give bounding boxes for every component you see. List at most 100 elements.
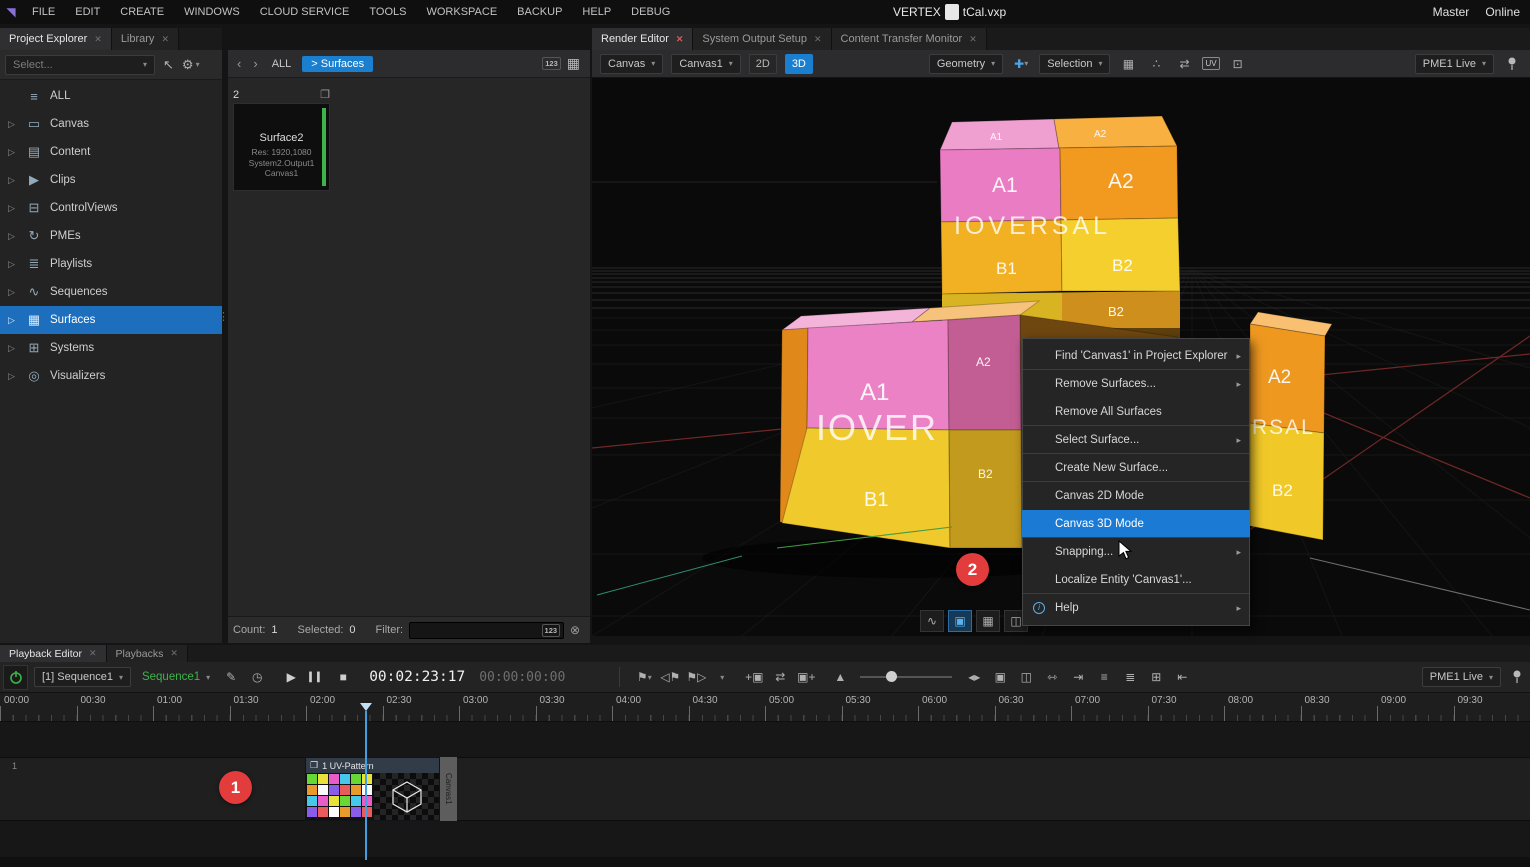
breadcrumb-current[interactable]: > Surfaces [302, 56, 373, 72]
playback-tab[interactable]: Playback Editor✕ [0, 645, 107, 662]
pin-icon[interactable] [1507, 667, 1527, 687]
move-tool-icon[interactable]: ✚▾ [1011, 54, 1031, 74]
numeric-view-icon[interactable]: 123 [542, 57, 561, 70]
context-menu-item[interactable]: i Create New Surface... ▸ [1023, 454, 1249, 482]
tree-item[interactable]: ▷ ▭ Canvas [0, 110, 222, 138]
menubar-item[interactable]: WINDOWS [174, 0, 250, 24]
playhead-line[interactable] [365, 711, 367, 860]
context-menu-item[interactable]: i Snapping... ▸ [1023, 538, 1249, 566]
frame-clip-icon[interactable]: ▣ [990, 667, 1010, 687]
performance-icon[interactable]: ∿ [920, 610, 944, 632]
chevron-right-icon[interactable]: ▷ [8, 231, 18, 242]
play-button[interactable]: ▶ [281, 667, 301, 687]
panel-tab[interactable]: Project Explorer✕ [0, 28, 112, 50]
menubar-item[interactable]: FILE [22, 0, 65, 24]
context-menu-item[interactable]: i Remove Surfaces... ▸ [1023, 370, 1249, 398]
sequence-dropdown[interactable]: [1] Sequence1▾ [34, 667, 131, 687]
close-icon[interactable]: ✕ [94, 34, 102, 45]
uv-icon[interactable]: UV [1202, 57, 1219, 70]
close-icon[interactable]: ✕ [170, 648, 178, 659]
grid-view-icon[interactable]: ▦ [567, 55, 580, 72]
pin-icon[interactable] [1502, 54, 1522, 74]
tree-item[interactable]: ▷ ≣ Playlists [0, 250, 222, 278]
pointer-select-icon[interactable]: ↖ [163, 57, 174, 73]
chevron-right-icon[interactable]: ▷ [8, 147, 18, 158]
chevron-right-icon[interactable]: ▷ [8, 259, 18, 270]
tree-item[interactable]: ▷ ∿ Sequences [0, 278, 222, 306]
power-button[interactable] [3, 665, 28, 690]
follow-playhead-icon[interactable]: ◂▸ [964, 667, 984, 687]
chevron-right-icon[interactable]: ▷ [8, 119, 18, 130]
context-menu-item[interactable]: i Canvas 3D Mode ▸ [1022, 510, 1250, 538]
mode-3d-button[interactable]: 3D [785, 54, 813, 74]
clear-filter-icon[interactable]: ⊗ [570, 623, 580, 637]
tree-item[interactable]: ▷ ▤ Content [0, 138, 222, 166]
append-clip-icon[interactable]: ▣+ [796, 667, 816, 687]
canvas-select-dropdown[interactable]: Canvas1▾ [671, 54, 740, 74]
tree-item[interactable]: ▷ ↻ PMEs [0, 222, 222, 250]
menubar-item[interactable]: TOOLS [359, 0, 416, 24]
breadcrumb-all[interactable]: ALL [267, 58, 297, 70]
prev-cue-button[interactable]: ◁⚑ [660, 667, 680, 687]
chevron-right-icon[interactable]: ▷ [8, 287, 18, 298]
active-sequence-label[interactable]: Sequence1▾ [137, 671, 215, 683]
tree-item[interactable]: ▷ ◎ Visualizers [0, 362, 222, 390]
edit-cue-icon[interactable]: ✎ [221, 667, 241, 687]
render-tab[interactable]: System Output Setup✕ [693, 28, 831, 50]
pme-live-dropdown[interactable]: PME1 Live▾ [1422, 667, 1501, 687]
playback-tab[interactable]: Playbacks✕ [107, 645, 188, 662]
close-icon[interactable]: ✕ [814, 34, 822, 45]
close-icon[interactable]: ✕ [89, 648, 97, 659]
gear-icon[interactable]: ⚙▾ [182, 57, 200, 73]
close-icon[interactable]: ✕ [676, 34, 684, 45]
timeline-clip[interactable]: ❐ 1 UV-Pattern [305, 757, 457, 821]
nav-back-icon[interactable]: ‹ [234, 56, 244, 71]
context-menu-item[interactable]: i Localize Entity 'Canvas1'... ▸ [1023, 566, 1249, 594]
align-even-icon[interactable]: ≣ [1120, 667, 1140, 687]
menubar-item[interactable]: HELP [572, 0, 621, 24]
menubar-item[interactable]: BACKUP [507, 0, 572, 24]
menubar-item[interactable]: EDIT [65, 0, 110, 24]
context-menu-item[interactable]: i Find 'Canvas1' in Project Explorer ▸ [1023, 342, 1249, 370]
ripple-icon[interactable]: ⇤ [1172, 667, 1192, 687]
stop-button[interactable]: ■ [333, 667, 353, 687]
panel-splitter-handle[interactable]: ⋮ [218, 310, 227, 323]
mode-2d-button[interactable]: 2D [749, 54, 777, 74]
close-icon[interactable]: ✕ [161, 34, 169, 45]
pause-button[interactable]: ▍▍ [307, 667, 327, 687]
chevron-right-icon[interactable]: ▷ [8, 371, 18, 382]
select-dropdown[interactable]: Select...▾ [5, 55, 155, 75]
render-tab[interactable]: Content Transfer Monitor✕ [832, 28, 987, 50]
grid-snap-icon[interactable]: ▦ [1118, 54, 1138, 74]
chevron-right-icon[interactable]: ▷ [8, 175, 18, 186]
context-menu-item[interactable]: i Remove All Surfaces ▸ [1023, 398, 1249, 426]
tree-item[interactable]: ▷ ▦ Surfaces [0, 306, 222, 334]
selection-dropdown[interactable]: Selection▾ [1039, 54, 1110, 74]
chevron-right-icon[interactable]: ▷ [8, 315, 18, 326]
vertex-snap-icon[interactable]: ∴ [1146, 54, 1166, 74]
tree-item[interactable]: ▷ ⊞ Systems [0, 334, 222, 362]
close-icon[interactable]: ✕ [969, 34, 977, 45]
frame-all-icon[interactable]: ◫ [1016, 667, 1036, 687]
expand-view-icon[interactable]: ⊡ [1228, 54, 1248, 74]
mirror-icon[interactable]: ⇄ [1174, 54, 1194, 74]
tree-item[interactable]: ▷ ▶ Clips [0, 166, 222, 194]
add-clip-icon[interactable]: +▣ [744, 667, 764, 687]
group-collapse-icon[interactable]: ❐ [320, 88, 330, 101]
playhead-marker[interactable] [360, 703, 372, 711]
tree-item[interactable]: ▷ ⊟ ControlViews [0, 194, 222, 222]
timeline-ruler[interactable]: 00:0000:3001:0001:3002:0002:3003:0003:30… [0, 693, 1530, 722]
timeline-zoom-slider[interactable] [860, 676, 952, 678]
render-tab[interactable]: Render Editor✕ [592, 28, 693, 50]
menubar-item[interactable]: CLOUD SERVICE [250, 0, 360, 24]
nav-forward-icon[interactable]: › [250, 56, 260, 71]
distribute-icon[interactable]: ⊞ [1146, 667, 1166, 687]
clock-icon[interactable]: ◷ [247, 667, 267, 687]
context-menu-item[interactable]: i Help ▸ [1023, 594, 1249, 622]
surface-card[interactable]: Surface2 Res: 1920,1080 System2.Output1 … [233, 103, 330, 191]
chevron-right-icon[interactable]: ▷ [8, 343, 18, 354]
filter-input[interactable]: 123 [409, 622, 564, 639]
stretch-icon[interactable]: ⇿ [1042, 667, 1062, 687]
preview-display-icon[interactable]: ▣ [948, 610, 972, 632]
menubar-item[interactable]: DEBUG [621, 0, 680, 24]
